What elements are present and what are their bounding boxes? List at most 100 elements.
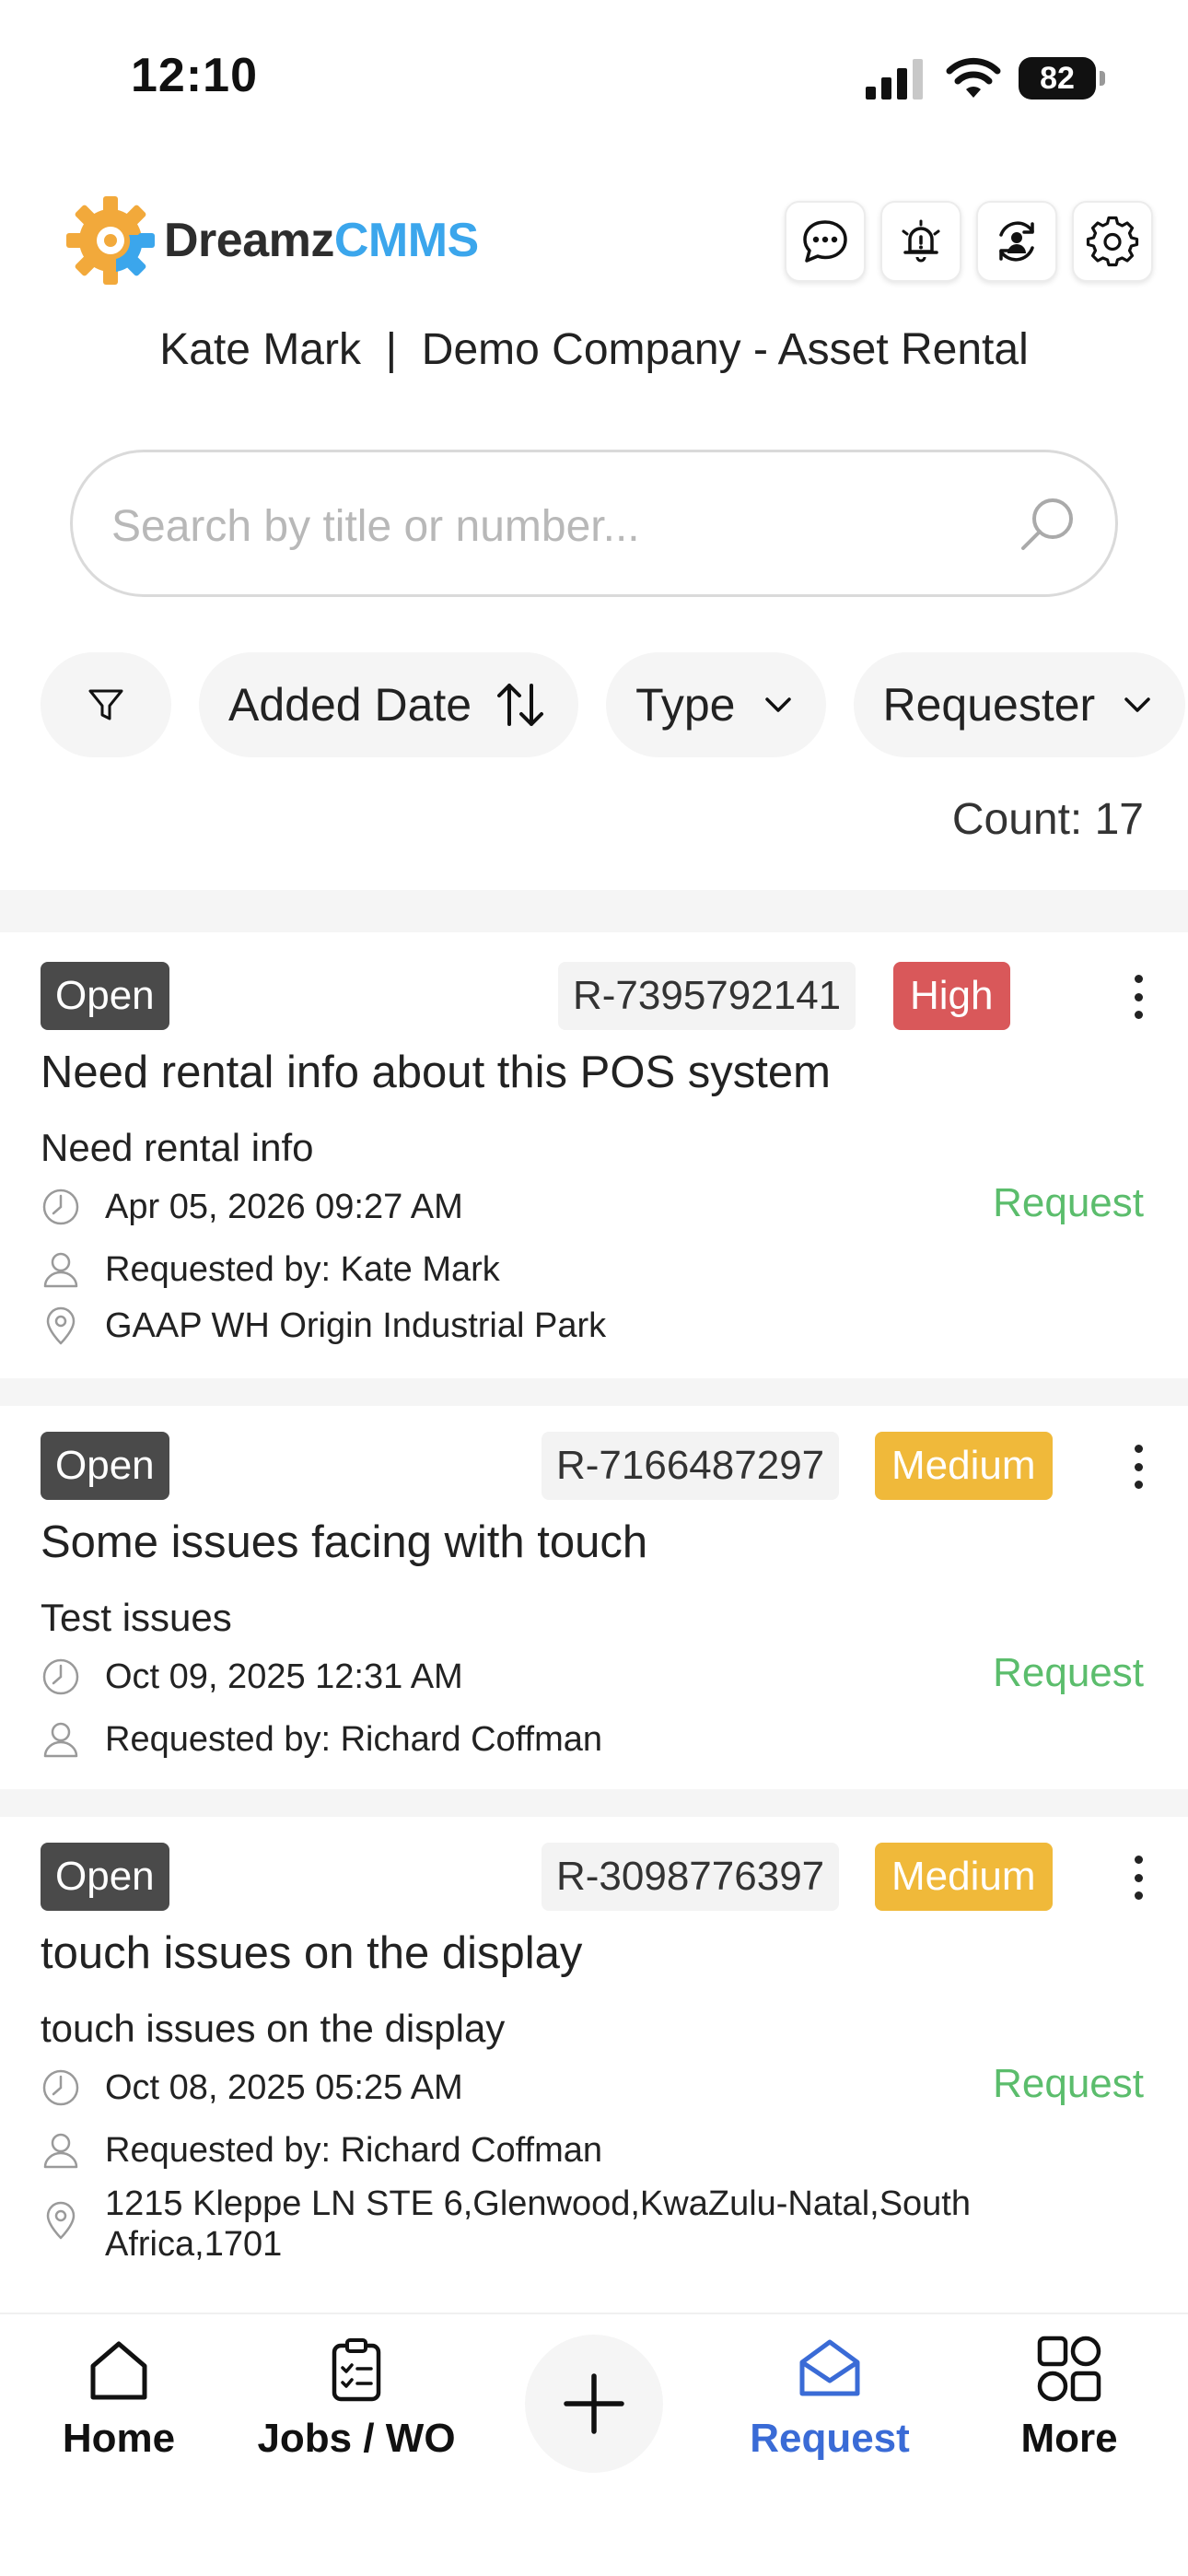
- logo-text-part1: Dreamz: [164, 214, 334, 267]
- chevron-down-icon: [764, 697, 791, 712]
- search-input[interactable]: [111, 489, 986, 563]
- request-location: GAAP WH Origin Industrial Park: [105, 1306, 607, 1345]
- chip-label: Added Date: [228, 679, 472, 731]
- request-number: R-3098776397: [542, 1843, 840, 1911]
- nav-label: More: [1020, 2416, 1118, 2461]
- search-icon[interactable]: [1014, 491, 1080, 557]
- request-date-row: Oct 08, 2025 05:25 AM: [41, 2063, 463, 2113]
- request-date: Oct 09, 2025 12:31 AM: [105, 1657, 463, 1696]
- status-bar: 12:10 82: [0, 0, 1188, 157]
- request-title: touch issues on the display: [41, 1928, 583, 1978]
- requested-by: Requested by: Richard Coffman: [105, 2130, 603, 2170]
- home-icon: [90, 2341, 147, 2400]
- location-pin-icon: [46, 2201, 76, 2240]
- logo-text: DreamzCMMS: [164, 213, 479, 268]
- chip-label: Type: [635, 679, 736, 731]
- requester-filter-chip[interactable]: Requester: [853, 652, 1186, 757]
- person-icon: [43, 1252, 78, 1288]
- bottom-navigation: Home Jobs / WO Request More: [0, 2313, 1188, 2576]
- gear-icon: [1086, 216, 1139, 267]
- priority-badge: High: [893, 962, 1010, 1030]
- location-row: GAAP WH Origin Industrial Park: [41, 1301, 606, 1351]
- status-badge: Open: [41, 962, 169, 1030]
- switch-user-button[interactable]: [976, 201, 1057, 282]
- nav-request[interactable]: Request: [724, 2333, 936, 2462]
- request-description: touch issues on the display: [41, 2007, 506, 2050]
- search-bar: [70, 450, 1118, 597]
- more-options-icon[interactable]: [1133, 1445, 1144, 1489]
- request-description: Test issues: [41, 1596, 232, 1639]
- request-type-link[interactable]: Request: [993, 1180, 1144, 1226]
- section-divider: [0, 890, 1188, 932]
- request-type-link[interactable]: Request: [993, 2061, 1144, 2107]
- grid-apps-icon: [1037, 2336, 1101, 2402]
- clock-icon: [42, 1188, 79, 1225]
- request-title: Need rental info about this POS system: [41, 1048, 831, 1097]
- request-description: Need rental info: [41, 1126, 314, 1169]
- nav-label: Jobs / WO: [257, 2416, 456, 2461]
- location-row: 1215 Kleppe LN STE 6,Glenwood,KwaZulu-Na…: [41, 2184, 971, 2265]
- nav-label: Home: [62, 2416, 176, 2461]
- card-divider: [0, 1378, 1188, 1406]
- plus-icon: [564, 2373, 624, 2434]
- person-icon: [43, 2133, 78, 2169]
- request-card[interactable]: Open R-3098776397 Medium touch issues on…: [0, 1843, 1188, 2285]
- chip-label: Requester: [882, 679, 1096, 731]
- filter-button[interactable]: [41, 652, 171, 757]
- header-actions: [785, 201, 1153, 282]
- request-type-link[interactable]: Request: [993, 1650, 1144, 1696]
- chat-button[interactable]: [785, 201, 866, 282]
- nav-jobs[interactable]: Jobs / WO: [250, 2333, 462, 2462]
- add-button[interactable]: [525, 2335, 663, 2473]
- more-options-icon[interactable]: [1133, 1856, 1144, 1900]
- alarm-button[interactable]: [880, 201, 961, 282]
- battery-indicator: 82: [1019, 57, 1105, 100]
- requested-by-row: Requested by: Richard Coffman: [41, 2125, 602, 2175]
- request-date: Apr 05, 2026 09:27 AM: [105, 1187, 463, 1226]
- clock-icon: [42, 2069, 79, 2106]
- nav-home[interactable]: Home: [13, 2333, 225, 2462]
- app-logo: DreamzCMMS: [59, 190, 479, 291]
- request-number: R-7166487297: [542, 1432, 840, 1500]
- company-name: Demo Company - Asset Rental: [421, 325, 1029, 374]
- type-filter-chip[interactable]: Type: [606, 652, 826, 757]
- location-line: 1215 Kleppe LN STE 6,Glenwood,KwaZulu-Na…: [105, 2184, 971, 2223]
- user-company-line: Kate Mark | Demo Company - Asset Rental: [0, 324, 1188, 375]
- clock-icon: [42, 1658, 79, 1695]
- wifi-icon: [946, 57, 1001, 98]
- result-count: Count: 17: [951, 795, 1144, 844]
- card-divider: [0, 1789, 1188, 1817]
- chevron-down-icon: [1124, 697, 1150, 712]
- requested-by-row: Requested by: Richard Coffman: [41, 1715, 602, 1764]
- request-location: 1215 Kleppe LN STE 6,Glenwood,KwaZulu-Na…: [105, 2184, 971, 2265]
- separator: |: [385, 325, 398, 374]
- sort-added-date-chip[interactable]: Added Date: [199, 652, 579, 757]
- alarm-icon: [902, 219, 940, 263]
- request-card[interactable]: Open R-7395792141 High Need rental info …: [0, 962, 1188, 1371]
- requested-by: Requested by: Kate Mark: [105, 1249, 500, 1289]
- status-badge: Open: [41, 1432, 169, 1500]
- request-date-row: Apr 05, 2026 09:27 AM: [41, 1182, 463, 1232]
- user-switch-icon: [999, 221, 1034, 262]
- clipboard-checklist-icon: [332, 2338, 381, 2402]
- cellular-signal-icon: [866, 59, 925, 100]
- logo-text-part2: CMMS: [333, 214, 479, 267]
- nav-more[interactable]: More: [963, 2333, 1175, 2462]
- status-badge: Open: [41, 1843, 169, 1911]
- user-name: Kate Mark: [159, 325, 361, 374]
- status-time: 12:10: [131, 49, 258, 102]
- request-number: R-7395792141: [558, 962, 856, 1030]
- more-options-icon[interactable]: [1133, 975, 1144, 1019]
- requested-by: Requested by: Richard Coffman: [105, 1719, 603, 1759]
- nav-label: Request: [750, 2416, 910, 2461]
- sort-arrows-icon: [497, 684, 544, 726]
- request-card[interactable]: Open R-7166487297 Medium Some issues fac…: [0, 1432, 1188, 1782]
- priority-badge: Medium: [875, 1432, 1053, 1500]
- settings-button[interactable]: [1072, 201, 1153, 282]
- request-date: Oct 08, 2025 05:25 AM: [105, 2067, 463, 2107]
- priority-badge: Medium: [875, 1843, 1053, 1911]
- location-pin-icon: [46, 1306, 76, 1345]
- logo-gear-icon: [66, 196, 155, 285]
- chat-icon: [803, 220, 847, 263]
- requested-by-row: Requested by: Kate Mark: [41, 1245, 500, 1294]
